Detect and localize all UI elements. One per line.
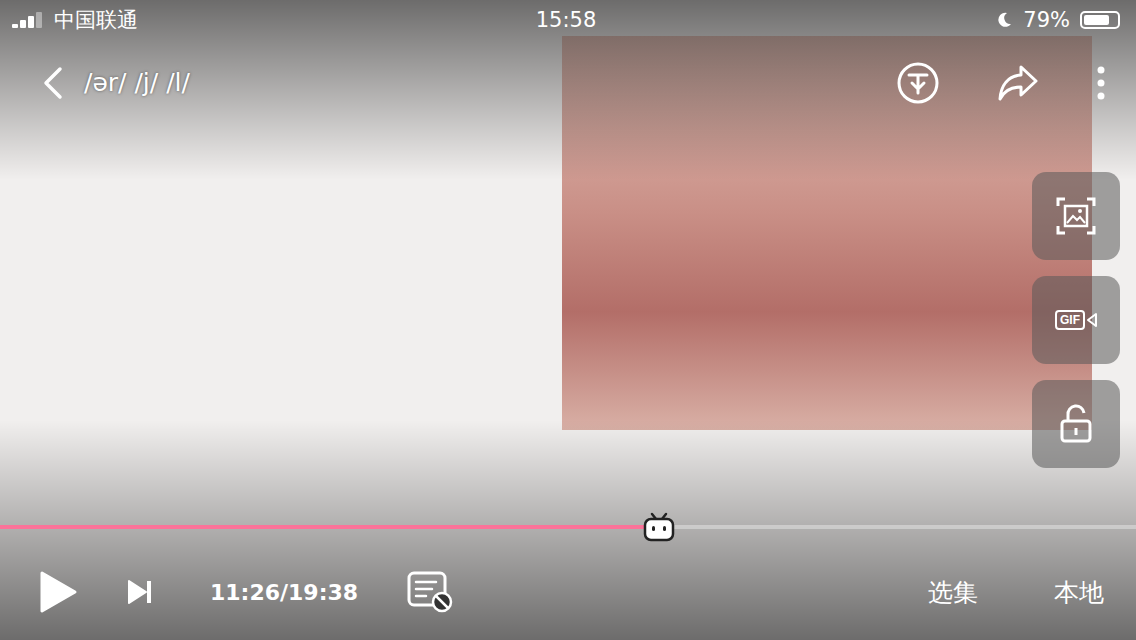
danmaku-off-icon <box>406 570 456 614</box>
danmaku-toggle[interactable] <box>406 570 456 614</box>
local-button[interactable]: 本地 <box>1052 572 1106 613</box>
carrier: 中国联通 <box>54 6 138 34</box>
share-arrow-icon <box>996 63 1040 103</box>
control-left: 11:26/19:38 <box>38 570 926 614</box>
progress-fill <box>0 525 659 529</box>
next-button[interactable] <box>126 578 154 606</box>
more-dots-icon <box>1096 65 1106 101</box>
top-icons <box>896 61 1106 105</box>
moon-icon <box>995 11 1013 29</box>
top-bar: /ər/ /j/ /l/ <box>0 40 1136 125</box>
back-button[interactable] <box>40 66 66 100</box>
unlocked-icon <box>1058 404 1094 444</box>
episodes-button[interactable]: 选集 <box>926 572 980 613</box>
side-tools: GIF <box>0 125 1136 510</box>
signal-icon <box>12 12 46 28</box>
back-arrow-icon <box>40 66 66 100</box>
progress-knob[interactable] <box>641 510 677 544</box>
video-title: /ər/ /j/ /l/ <box>84 68 878 97</box>
screenshot-icon <box>1055 196 1097 236</box>
control-right: 选集 本地 <box>926 572 1106 613</box>
progress-area <box>0 510 1136 544</box>
gif-record-button[interactable]: GIF <box>1032 276 1120 364</box>
video-player-screen: 中国联通 15:58 79% /ər/ /j/ /l/GIF 11:26/19:38 选集… <box>0 0 1136 640</box>
play-icon <box>38 570 78 614</box>
lock-button[interactable] <box>1032 380 1120 468</box>
screenshot-button[interactable] <box>1032 172 1120 260</box>
next-icon <box>126 578 154 606</box>
gif-camera-icon: GIF <box>1055 310 1097 330</box>
status-bar: 中国联通 15:58 79% <box>0 0 1136 40</box>
cast-circle-icon <box>896 61 940 105</box>
share-button[interactable] <box>996 63 1040 103</box>
play-time: 11:26/19:38 <box>210 580 358 605</box>
gif-label: GIF <box>1055 310 1085 330</box>
tv-mascot-icon <box>643 512 675 542</box>
battery-percent: 79% <box>1023 8 1070 32</box>
battery-icon <box>1080 11 1120 29</box>
more-button[interactable] <box>1096 65 1106 101</box>
status-left: 中国联通 <box>12 6 536 34</box>
control-bar: 11:26/19:38 选集 本地 <box>0 544 1136 640</box>
player-overlay: 中国联通 15:58 79% /ər/ /j/ /l/GIF 11:26/19:38 选集… <box>0 0 1136 640</box>
play-pause-button[interactable] <box>38 570 78 614</box>
progress-track[interactable] <box>0 525 1136 529</box>
clock: 15:58 <box>536 8 597 32</box>
status-right: 79% <box>596 8 1120 32</box>
cast-button[interactable] <box>896 61 940 105</box>
